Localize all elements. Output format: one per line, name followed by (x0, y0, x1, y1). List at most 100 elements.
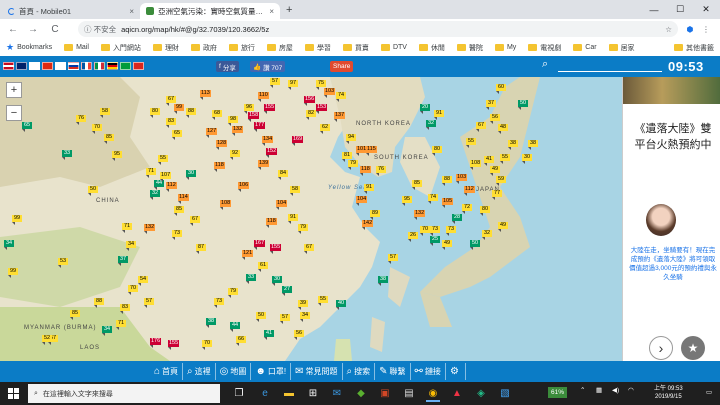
aqi-station-marker[interactable]: 127 (206, 128, 218, 138)
aqi-station-marker[interactable]: 66 (236, 336, 246, 346)
aqi-station-marker[interactable]: 89 (370, 210, 380, 220)
aqi-station-marker[interactable]: 50 (256, 312, 266, 322)
aqi-station-marker[interactable]: 65 (22, 122, 32, 132)
chrome-icon[interactable]: ◉ (426, 386, 440, 402)
ad-avatar[interactable] (646, 204, 676, 236)
taskbar-search-input[interactable]: ⌕ 在這裡輸入文字來搜尋 (28, 384, 220, 403)
aqi-station-marker[interactable]: 96 (244, 104, 254, 114)
close-tab-icon[interactable]: × (269, 7, 274, 16)
bookmark-folder[interactable]: 電視劇 (522, 43, 567, 53)
aqi-station-marker[interactable]: 55 (466, 138, 476, 148)
back-button[interactable]: ← (6, 22, 20, 36)
taskbar-clock[interactable]: 上午 09:53 2019/9/15 (654, 385, 683, 401)
aqi-station-marker[interactable]: 132 (144, 224, 156, 234)
aqi-station-marker[interactable]: 104 (276, 200, 288, 210)
aqi-station-marker[interactable]: 56 (490, 114, 500, 124)
address-bar[interactable]: ⓘ 不安全 aqicn.org/map/hk/#@g/32.7039/120.3… (78, 21, 678, 37)
aqi-station-marker[interactable]: 30 (522, 154, 532, 164)
aqi-station-marker[interactable]: 142 (362, 220, 374, 230)
bookmark-folder[interactable]: My (489, 44, 522, 51)
nav-home[interactable]: ⌂ 首頁 (150, 363, 184, 380)
share-button[interactable]: Share (330, 61, 354, 72)
flag-france-icon[interactable] (81, 62, 92, 70)
aqi-station-marker[interactable]: 38 (378, 276, 388, 286)
aqi-station-marker[interactable]: 75 (316, 80, 326, 90)
aqi-station-marker[interactable]: 76 (376, 166, 386, 176)
notification-icon[interactable]: ▭ (706, 388, 712, 396)
app-icon[interactable]: ▧ (498, 386, 512, 400)
aqi-station-marker[interactable]: 80 (432, 146, 442, 156)
aqi-station-marker[interactable]: 91 (434, 110, 444, 120)
bookmark-folder[interactable]: 居家 (603, 43, 641, 53)
aqi-station-marker[interactable]: 50 (470, 240, 480, 250)
aqi-station-marker[interactable]: 134 (262, 136, 274, 146)
aqi-station-marker[interactable]: 112 (166, 182, 177, 192)
aqi-station-marker[interactable]: 99 (8, 268, 18, 278)
aqi-station-marker[interactable]: 77 (492, 190, 502, 200)
office-icon[interactable]: ▣ (378, 386, 392, 400)
aqi-station-marker[interactable]: 73 (172, 230, 182, 240)
ad-title[interactable]: 《遺落大陸》雙平台火熱預約中 (631, 121, 715, 153)
zoom-in-button[interactable]: + (6, 82, 22, 98)
nav-faq[interactable]: ✉ 常見問題 (291, 363, 343, 380)
flag-china-icon[interactable] (42, 62, 53, 70)
aqi-station-marker[interactable]: 110 (258, 92, 269, 102)
aqi-station-marker[interactable]: 34 (126, 241, 136, 251)
aqi-station-marker[interactable]: 85 (70, 310, 80, 320)
new-tab-button[interactable]: + (286, 4, 292, 16)
flag-italy-icon[interactable] (94, 62, 105, 70)
search-input[interactable] (558, 71, 662, 72)
aqi-station-marker[interactable]: 50 (88, 186, 98, 196)
nav-settings[interactable]: ⚙ (446, 363, 466, 380)
store-icon[interactable]: ⊞ (306, 386, 320, 400)
aqi-map[interactable]: + − CHINA NORTH KOREA SOUTH KOREA Yellow… (0, 77, 622, 361)
aqi-station-marker[interactable]: 132 (414, 210, 426, 220)
app-icon[interactable]: ◈ (474, 386, 488, 400)
aqi-station-marker[interactable]: 60 (496, 84, 506, 94)
aqi-station-marker[interactable]: 73 (446, 226, 456, 236)
bookmark-folder[interactable]: 旅行 (223, 43, 261, 53)
menu-icon[interactable]: ⋮ (700, 23, 712, 35)
battery-indicator[interactable]: 61% (548, 387, 568, 398)
aqi-station-marker[interactable]: 41 (264, 330, 274, 340)
aqi-station-marker[interactable]: 91 (288, 214, 298, 224)
aqi-station-marker[interactable]: 108 (470, 160, 482, 170)
zoom-out-button[interactable]: − (6, 105, 22, 121)
windows-start-icon[interactable] (8, 388, 19, 399)
aqi-station-marker[interactable]: 70 (92, 124, 102, 134)
aqi-station-marker[interactable]: 70 (202, 340, 212, 350)
nav-links[interactable]: ⚯ 鏈接 (411, 363, 446, 380)
aqi-station-marker[interactable]: 38 (206, 318, 216, 328)
aqi-station-marker[interactable]: 27 (282, 286, 292, 296)
aqi-station-marker[interactable]: 112 (464, 186, 475, 196)
aqi-station-marker[interactable]: 113 (200, 90, 211, 100)
aqi-station-marker[interactable]: 83 (120, 304, 130, 314)
aqi-station-marker[interactable]: 37 (118, 256, 128, 266)
favorite-star-icon[interactable]: ★ (681, 336, 705, 360)
aqi-station-marker[interactable]: 20 (420, 104, 430, 114)
aqi-station-marker[interactable]: 37 (486, 100, 496, 110)
maximize-button[interactable]: ☐ (668, 0, 692, 19)
aqi-station-marker[interactable]: 88 (94, 298, 104, 308)
aqi-station-marker[interactable]: 38 (528, 140, 538, 150)
aqi-station-marker[interactable]: 83 (166, 118, 176, 128)
aqi-station-marker[interactable]: 76 (76, 115, 86, 125)
flag-japan-icon[interactable] (29, 62, 40, 70)
aqi-station-marker[interactable]: 57 (270, 78, 280, 88)
bookmark-folder[interactable]: 理財 (147, 43, 185, 53)
aqi-station-marker[interactable]: 72 (462, 204, 472, 214)
ad-next-button[interactable]: › (649, 336, 673, 360)
tab-mobile01[interactable]: 首頁 - Mobile01 × (2, 3, 140, 19)
tab-aqicn[interactable]: 亞洲空氣污染：實時空氣質量指數地圖 × (140, 3, 280, 19)
aqi-station-marker[interactable]: 32 (150, 190, 160, 200)
search-icon[interactable]: ⌕ (542, 58, 548, 71)
aqi-station-marker[interactable]: 95 (112, 151, 122, 161)
aqi-station-marker[interactable]: 30 (186, 170, 196, 180)
bookmark-folder[interactable]: 學習 (299, 43, 337, 53)
aqi-station-marker[interactable]: 94 (346, 134, 356, 144)
aqi-station-marker[interactable]: 73 (214, 298, 224, 308)
aqi-station-marker[interactable]: 152 (266, 148, 278, 158)
url-text[interactable]: aqicn.org/map/hk/#@g/32.7039/120.3662/5z (121, 25, 660, 34)
aqi-station-marker[interactable]: 56 (294, 330, 304, 340)
facebook-like-button[interactable]: 👍 讚 707 (250, 61, 286, 72)
